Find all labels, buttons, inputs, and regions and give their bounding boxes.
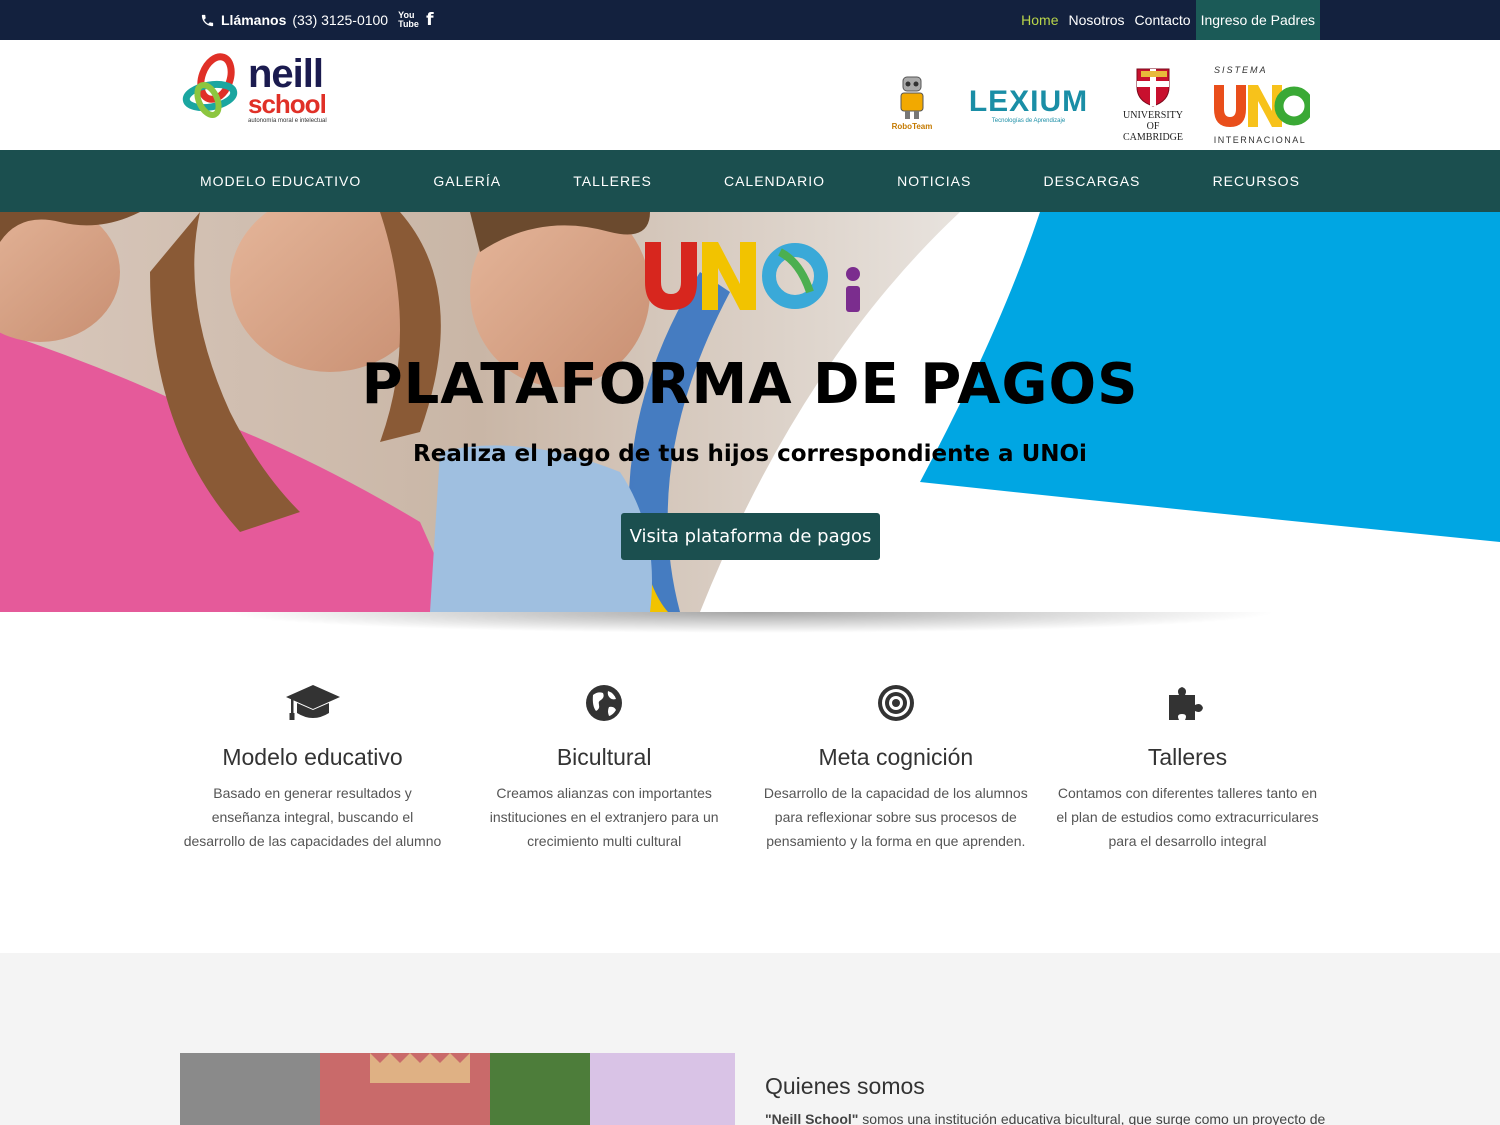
puzzle-icon bbox=[1169, 687, 1204, 720]
cambridge-shield-icon bbox=[1136, 68, 1170, 107]
logo-text-school: school bbox=[248, 89, 327, 119]
nav-recursos[interactable]: RECURSOS bbox=[1193, 150, 1320, 212]
phone-number: (33) 3125-0100 bbox=[292, 12, 389, 28]
nav-calendario[interactable]: CALENDARIO bbox=[704, 150, 845, 212]
youtube-icon[interactable]: You Tube bbox=[398, 11, 419, 29]
top-nav: Home Nosotros Contacto Ingreso de Padres bbox=[1016, 0, 1320, 40]
top-nav-nosotros[interactable]: Nosotros bbox=[1064, 0, 1130, 40]
feature-title: Modelo educativo bbox=[222, 744, 403, 770]
site-logo[interactable]: neill school autonomía moral e intelectu… bbox=[180, 52, 340, 132]
facebook-icon[interactable]: f bbox=[426, 10, 433, 30]
feature-text: Basado en generar resultados y enseñanza… bbox=[183, 785, 442, 849]
lexium-tagline: Tecnologías de Aprendizaje bbox=[991, 118, 1066, 124]
feature-title: Bicultural bbox=[556, 744, 652, 770]
about-section: Quienes somos "Neill School" somos una i… bbox=[0, 953, 1500, 1125]
hero-shadow bbox=[0, 612, 1500, 642]
about-title: Quienes somos bbox=[765, 1073, 925, 1099]
features-section: Modelo educativo Basado en generar resul… bbox=[180, 680, 1320, 880]
target-icon bbox=[877, 685, 914, 721]
payment-platform-button[interactable]: Visita plataforma de pagos bbox=[621, 513, 880, 560]
about-text: "Neill School" somos una institución edu… bbox=[765, 1111, 1325, 1125]
roboteam-logo: RoboTeam bbox=[885, 73, 939, 137]
graduation-cap-icon bbox=[285, 685, 340, 720]
hero-title: PLATAFORMA DE PAGOS bbox=[361, 352, 1139, 417]
nav-galeria[interactable]: GALERÍA bbox=[413, 150, 521, 212]
nav-talleres[interactable]: TALLERES bbox=[553, 150, 672, 212]
feature-talleres: Talleres Contamos con diferentes tallere… bbox=[1055, 680, 1320, 880]
top-nav-contacto[interactable]: Contacto bbox=[1130, 0, 1196, 40]
cambridge-line1: UNIVERSITY OF bbox=[1123, 110, 1183, 132]
partner-logos: RoboTeam LEXIUM Tecnologías de Aprendiza… bbox=[885, 65, 1310, 145]
phone-contact[interactable]: Llámanos (33) 3125-0100 You Tube f bbox=[200, 0, 434, 40]
phone-label: Llámanos bbox=[221, 12, 287, 28]
feature-modelo-educativo: Modelo educativo Basado en generar resul… bbox=[180, 680, 445, 880]
feature-text: Contamos con diferentes talleres tanto e… bbox=[1056, 785, 1319, 849]
roboteam-label: RoboTeam bbox=[891, 122, 933, 131]
robot-icon bbox=[900, 76, 924, 119]
hero-subtitle: Realiza el pago de tus hijos correspondi… bbox=[413, 441, 1087, 467]
feature-text: Desarrollo de la capacidad de los alumno… bbox=[763, 785, 1028, 849]
feature-title: Talleres bbox=[1147, 744, 1228, 770]
nav-descargas[interactable]: DESCARGAS bbox=[1023, 150, 1160, 212]
lexium-logo: LEXIUM Tecnologías de Aprendizaje bbox=[961, 85, 1096, 125]
nav-noticias[interactable]: NOTICIAS bbox=[877, 150, 991, 212]
students-photo bbox=[180, 1053, 735, 1125]
about-text-bold: "Neill School" bbox=[765, 1111, 859, 1125]
cambridge-line2: CAMBRIDGE bbox=[1122, 132, 1183, 143]
header: neill school autonomía moral e intelectu… bbox=[0, 40, 1500, 150]
about-text-rest: somos una institución educativa bicultur… bbox=[858, 1111, 1325, 1125]
top-nav-parents-login[interactable]: Ingreso de Padres bbox=[1195, 0, 1320, 40]
uno-letters-icon bbox=[1214, 85, 1310, 127]
about-photo bbox=[180, 1053, 735, 1125]
globe-icon bbox=[586, 685, 623, 721]
feature-meta-cognicion: Meta cognición Desarrollo de la capacida… bbox=[763, 680, 1028, 880]
lexium-name: LEXIUM bbox=[968, 85, 1089, 118]
main-nav: MODELO EDUCATIVO GALERÍA TALLERES CALEND… bbox=[0, 150, 1500, 212]
uno-bottom-label: INTERNACIONAL bbox=[1213, 135, 1307, 145]
feature-text: Creamos alianzas con importantes institu… bbox=[489, 785, 719, 849]
hero-banner: PLATAFORMA DE PAGOS Realiza el pago de t… bbox=[0, 212, 1500, 612]
cambridge-logo: UNIVERSITY OF CAMBRIDGE bbox=[1118, 67, 1188, 143]
top-bar: Llámanos (33) 3125-0100 You Tube f Home N… bbox=[0, 0, 1500, 40]
logo-tagline: autonomía moral e intelectual bbox=[248, 118, 327, 124]
logo-swirl-icon bbox=[182, 53, 238, 118]
top-nav-home[interactable]: Home bbox=[1016, 0, 1063, 40]
sistema-uno-logo: SISTEMA INTERNACIONAL bbox=[1210, 65, 1310, 145]
phone-icon bbox=[201, 14, 214, 26]
nav-modelo-educativo[interactable]: MODELO EDUCATIVO bbox=[180, 150, 381, 212]
feature-bicultural: Bicultural Creamos alianzas con importan… bbox=[472, 680, 737, 880]
feature-title: Meta cognición bbox=[818, 744, 974, 770]
uno-top-label: SISTEMA bbox=[1214, 65, 1268, 75]
logo-text-neill: neill bbox=[248, 52, 324, 96]
